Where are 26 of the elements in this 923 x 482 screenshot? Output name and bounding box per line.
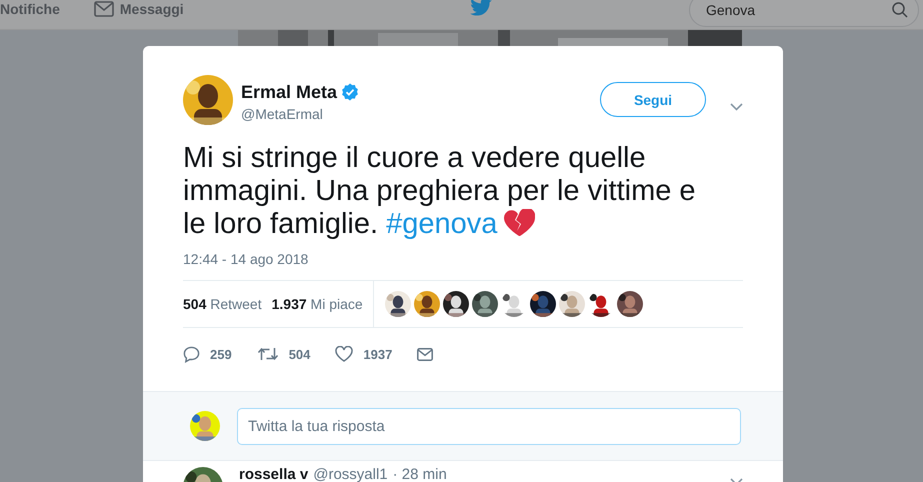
mail-icon	[94, 0, 114, 16]
search-icon[interactable]	[892, 2, 908, 18]
action-count: 1937	[363, 346, 392, 362]
action-count: 259	[210, 346, 232, 362]
search-field[interactable]: Genova	[689, 0, 919, 26]
stat-link[interactable]: 504 Retweet	[183, 296, 262, 312]
follow-button[interactable]: Segui	[600, 82, 706, 117]
nav-link[interactable]: Messaggi	[94, 0, 184, 18]
mail-icon[interactable]	[417, 348, 434, 360]
nav-link[interactable]: Notifiche	[0, 0, 60, 18]
tweet-text: Mi si stringe il cuore a vedere quelle immagini. Una preghiera per le vittime e le loro famiglie. #genova	[183, 142, 697, 241]
stat-link[interactable]: 1.937 Mi piace	[272, 296, 363, 312]
tweet-timestamp[interactable]: 12:44 - 14 ago 2018	[183, 250, 743, 268]
reply-author-handle[interactable]: @rossyall1	[313, 467, 388, 482]
reply-author-name[interactable]: rossella v	[239, 467, 308, 482]
author-handle[interactable]: @MetaErmal	[241, 105, 360, 123]
broken-heart-icon	[503, 209, 536, 237]
heart-icon[interactable]	[335, 346, 354, 362]
reply-icon[interactable]	[183, 346, 200, 362]
reply-time[interactable]: · 28 min	[392, 467, 447, 482]
author-name[interactable]: Ermal Meta	[241, 81, 338, 103]
action-count: 504	[288, 346, 310, 362]
chevron-down-icon[interactable]	[730, 103, 743, 111]
retweet-icon[interactable]	[256, 346, 279, 362]
hashtag-link[interactable]: #genova	[386, 208, 498, 240]
reply-field[interactable]: Twitta la tua risposta	[237, 408, 741, 444]
